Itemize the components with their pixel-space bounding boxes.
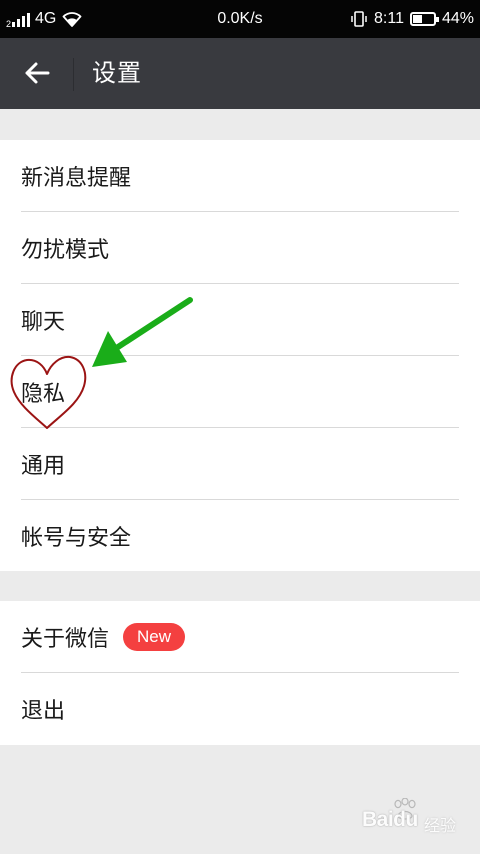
back-arrow-icon [25,62,50,84]
settings-item-chats[interactable]: 聊天 [21,284,459,356]
settings-item-label: 通用 [21,453,66,479]
back-button[interactable] [14,50,60,96]
settings-group-secondary: 关于微信 New 退出 [0,601,480,745]
settings-item-log-out[interactable]: 退出 [21,673,459,744]
settings-item-label: 聊天 [21,309,66,335]
network-type: 4G [35,10,57,27]
vibrate-icon [351,11,367,27]
wifi-icon [62,12,82,27]
page-title: 设置 [92,59,142,87]
settings-item-general[interactable]: 通用 [21,428,459,500]
title-bar: 设置 [0,38,480,109]
watermark-sub: 经验 [424,816,457,835]
title-divider [73,58,74,91]
settings-item-privacy[interactable]: 隐私 [21,356,459,428]
signal-strength-icon [12,11,31,27]
sim-slot-label: 2 [6,19,12,29]
baidu-jingyan-watermark: Baidu 经验 [362,798,472,840]
settings-item-label: 关于微信 [21,626,110,652]
settings-item-label: 退出 [21,698,66,724]
settings-item-new-message-notifications[interactable]: 新消息提醒 [21,140,459,212]
new-badge: New [123,622,186,651]
settings-item-label: 隐私 [21,381,66,407]
settings-item-label: 勿扰模式 [21,237,110,263]
status-bar: 2 4G 0.0K/s 8:11 44% [0,0,480,38]
watermark-brand: Baidu [362,808,418,831]
settings-item-about-wechat[interactable]: 关于微信 New [21,601,459,673]
settings-item-label: 新消息提醒 [21,165,132,191]
settings-group-main: 新消息提醒 勿扰模式 聊天 隐私 通用 帐号与安全 [0,140,480,571]
settings-item-do-not-disturb[interactable]: 勿扰模式 [21,212,459,284]
battery-percent: 44% [441,10,474,27]
settings-item-account-security[interactable]: 帐号与安全 [21,500,459,571]
settings-item-label: 帐号与安全 [21,525,132,551]
clock: 8:11 [374,10,404,27]
battery-icon [409,12,439,26]
